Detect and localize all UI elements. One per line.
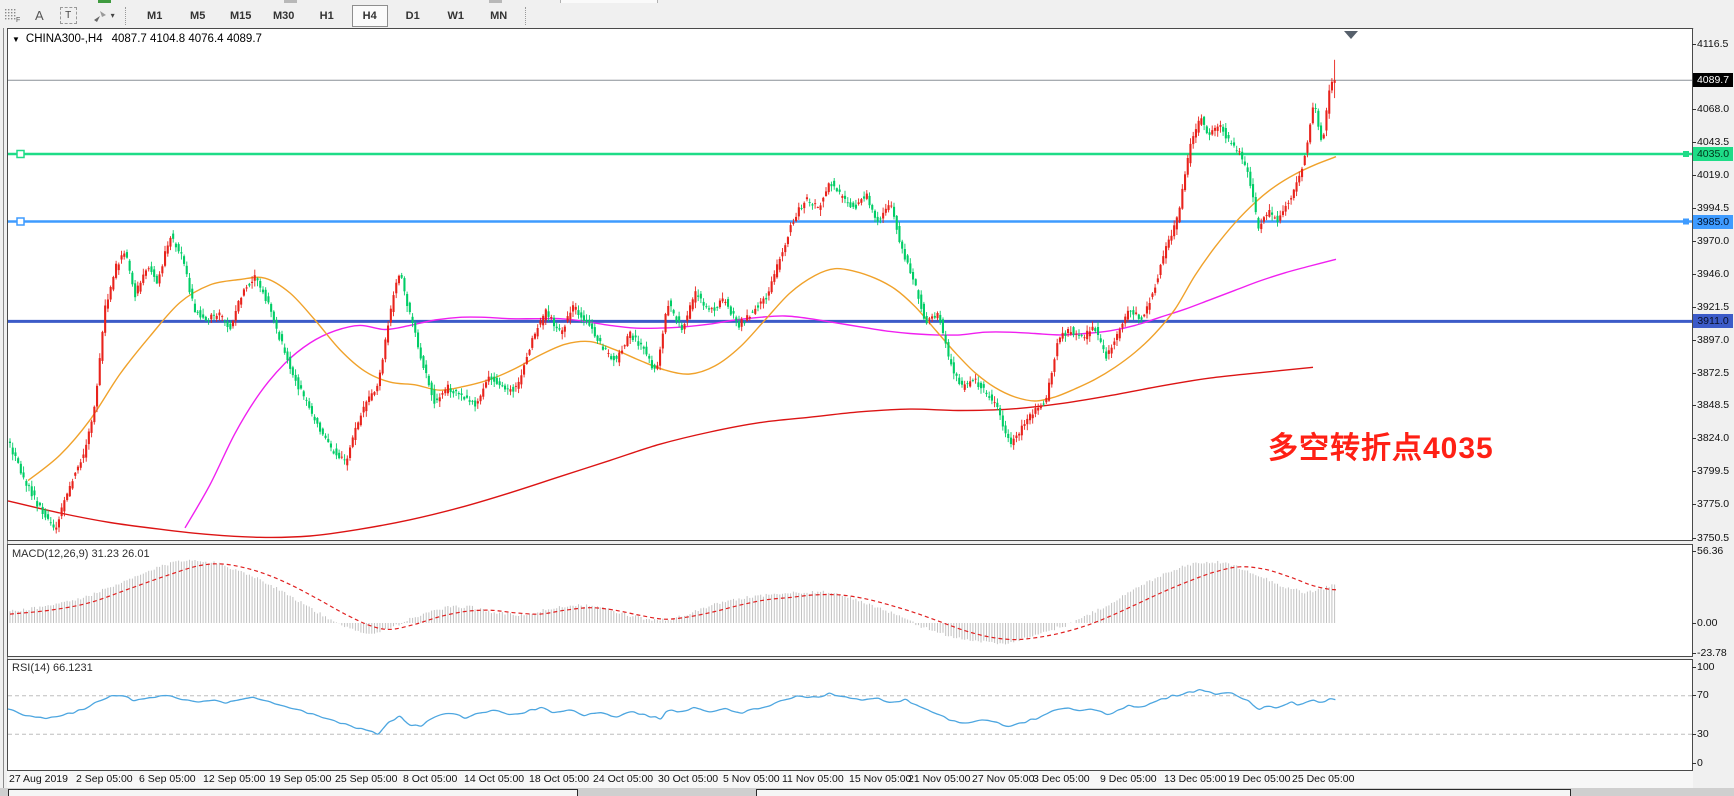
time-axis-label: 19 Dec 05:00 [1228, 773, 1290, 785]
price-tick-label: 3994.5 [1697, 202, 1729, 214]
price-tick-label: 3921.5 [1697, 301, 1729, 313]
macd-pane[interactable] [7, 544, 1693, 657]
bull-bear-pivot-annotation: 多空转折点4035 [1268, 423, 1494, 467]
bottom-clipped-windows [0, 788, 1734, 796]
time-axis-label: 3 Dec 05:00 [1033, 773, 1090, 785]
chevron-down-icon: ▾ [111, 11, 115, 20]
rsi-tick-label: 100 [1697, 661, 1715, 673]
arrows-tool-button[interactable]: ▾ [91, 6, 115, 26]
text-label-tool-button[interactable]: A [35, 6, 44, 26]
price-tick-label: 3946.0 [1697, 268, 1729, 280]
clipped-window-fragment [8, 789, 578, 796]
timeframe-button-m1[interactable]: M1 [137, 5, 173, 27]
time-axis-label: 19 Sep 05:00 [269, 773, 331, 785]
rsi-tick-label: 30 [1697, 728, 1709, 740]
chart-toolbar: F A T ▾ M1 M5 M15 M30 H1 H4 D1 W1 MN [0, 3, 1734, 29]
price-tick-label: 3848.5 [1697, 399, 1729, 411]
arrow-shapes-icon [91, 9, 109, 23]
time-axis-label: 9 Dec 05:00 [1100, 773, 1157, 785]
macd-label: MACD(12,26,9) 31.23 26.01 [12, 548, 150, 560]
time-axis-label: 24 Oct 05:00 [593, 773, 653, 785]
time-axis-label: 15 Nov 05:00 [849, 773, 911, 785]
timeframe-bar: M1 M5 M15 M30 H1 H4 D1 W1 MN [137, 5, 517, 27]
text-box-tool-button[interactable]: T [60, 6, 77, 26]
rsi-tick-label: 70 [1697, 689, 1709, 701]
price-tick-label: 3824.0 [1697, 432, 1729, 444]
ohlc-values: 4087.7 4104.8 4076.4 4089.7 [112, 33, 262, 45]
time-axis-label: 25 Dec 05:00 [1292, 773, 1354, 785]
indicators-grid-button[interactable]: F [4, 6, 21, 26]
clipped-window-fragment [756, 789, 1571, 796]
price-badge-4089.7: 4089.7 [1693, 73, 1733, 87]
macd-tick-label: 0.00 [1697, 617, 1717, 629]
time-axis-label: 25 Sep 05:00 [335, 773, 397, 785]
time-axis-label: 21 Nov 05:00 [908, 773, 970, 785]
timeframe-button-h1[interactable]: H1 [309, 5, 345, 27]
time-axis-label: 13 Dec 05:00 [1164, 773, 1226, 785]
time-axis-label: 8 Oct 05:00 [403, 773, 457, 785]
mt4-window: F A T ▾ M1 M5 M15 M30 H1 H4 D1 W1 MN ▼ CHINA300-… [0, 0, 1734, 796]
timeframe-button-m30[interactable]: M30 [266, 5, 302, 27]
letter-a-icon: A [35, 8, 44, 23]
symbol-dropdown-icon[interactable]: ▼ [12, 35, 20, 44]
timeframe-button-d1[interactable]: D1 [395, 5, 431, 27]
grid-icon: F [4, 8, 21, 23]
price-tick-label: 3897.0 [1697, 334, 1729, 346]
price-tick-label: 4019.0 [1697, 169, 1729, 181]
toolbar-separator [125, 7, 127, 25]
time-axis-label: 6 Sep 05:00 [139, 773, 196, 785]
toolbar-separator [525, 7, 527, 25]
time-axis-label: 30 Oct 05:00 [658, 773, 718, 785]
boxed-t-icon: T [60, 7, 77, 24]
time-axis-label: 14 Oct 05:00 [464, 773, 524, 785]
time-axis-label: 18 Oct 05:00 [529, 773, 589, 785]
time-axis-label: 27 Aug 2019 [9, 773, 68, 785]
timeframe-button-h4[interactable]: H4 [352, 5, 388, 27]
time-axis-label: 5 Nov 05:00 [723, 773, 780, 785]
time-axis-label: 12 Sep 05:00 [203, 773, 265, 785]
timeframe-button-m15[interactable]: M15 [223, 5, 259, 27]
rsi-pane[interactable] [7, 659, 1693, 771]
price-tick-label: 3970.0 [1697, 235, 1729, 247]
price-badge-4035.0: 4035.0 [1693, 147, 1733, 161]
symbol-timeframe-label: CHINA300-,H4 [26, 33, 103, 45]
rsi-label: RSI(14) 66.1231 [12, 662, 93, 674]
price-tick-label: 3775.0 [1697, 498, 1729, 510]
rsi-tick-label: 0 [1697, 757, 1703, 769]
timeframe-button-mn[interactable]: MN [481, 5, 517, 27]
time-axis-label: 2 Sep 05:00 [76, 773, 133, 785]
time-axis-label: 27 Nov 05:00 [972, 773, 1034, 785]
price-tick-label: 3872.5 [1697, 367, 1729, 379]
macd-tick-label: 56.36 [1697, 545, 1723, 557]
price-tick-label: 4068.0 [1697, 103, 1729, 115]
price-tick-label: 3750.5 [1697, 532, 1729, 544]
chart-title: ▼ CHINA300-,H4 4087.7 4104.8 4076.4 4089… [12, 33, 262, 45]
time-axis-label: 11 Nov 05:00 [782, 773, 844, 785]
price-tick-label: 4116.5 [1697, 38, 1728, 50]
price-badge-3911.0: 3911.0 [1693, 314, 1733, 328]
macd-tick-label: -23.78 [1697, 647, 1727, 659]
timeframe-button-w1[interactable]: W1 [438, 5, 474, 27]
price-tick-label: 3799.5 [1697, 465, 1729, 477]
timeframe-button-m5[interactable]: M5 [180, 5, 216, 27]
grid-icon-f-label: F [16, 17, 20, 23]
price-badge-3985.0: 3985.0 [1693, 215, 1733, 229]
